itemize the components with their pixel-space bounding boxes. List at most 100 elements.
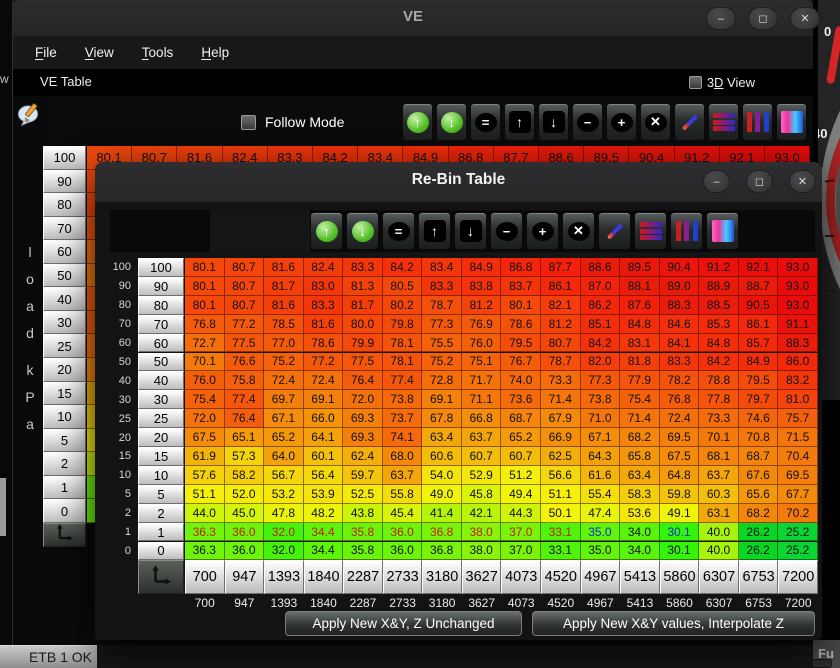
add-button[interactable]: + bbox=[526, 212, 559, 250]
ve-cell[interactable]: 75.5 bbox=[422, 334, 462, 353]
ve-cell[interactable]: 69.7 bbox=[264, 390, 304, 409]
ve-cell[interactable]: 50.1 bbox=[541, 504, 581, 523]
ve-cell[interactable]: 71.7 bbox=[462, 371, 502, 390]
bg-row-header[interactable]: 80 bbox=[43, 193, 86, 217]
ve-cell[interactable]: 35.8 bbox=[343, 542, 383, 561]
ve-cell[interactable]: 30.1 bbox=[660, 542, 700, 561]
close-button[interactable]: ✕ bbox=[790, 7, 820, 30]
ve-cell[interactable]: 36.0 bbox=[225, 523, 265, 542]
ve-cell[interactable]: 83.7 bbox=[501, 277, 541, 296]
ve-cell[interactable]: 73.8 bbox=[383, 390, 423, 409]
ve-cell[interactable]: 51.1 bbox=[185, 485, 225, 504]
dialog-axis-swap-corner[interactable] bbox=[138, 560, 184, 594]
ve-cell[interactable]: 81.3 bbox=[343, 277, 383, 296]
ve-cell[interactable]: 57.6 bbox=[185, 466, 225, 485]
ve-cell[interactable]: 76.7 bbox=[501, 353, 541, 372]
ve-cell[interactable]: 77.4 bbox=[383, 371, 423, 390]
ve-cell[interactable]: 93.0 bbox=[778, 296, 818, 315]
x-bin-cell[interactable]: 3180 bbox=[422, 560, 462, 594]
ve-cell[interactable]: 67.8 bbox=[422, 409, 462, 428]
ve-cell[interactable]: 77.0 bbox=[264, 334, 304, 353]
ve-cell[interactable]: 89.5 bbox=[620, 258, 660, 277]
ve-cell[interactable]: 77.2 bbox=[225, 315, 265, 334]
ve-cell[interactable]: 69.3 bbox=[343, 409, 383, 428]
ve-cell[interactable]: 64.3 bbox=[581, 447, 621, 466]
y-bin-cell[interactable]: 25 bbox=[138, 409, 184, 428]
ve-cell[interactable]: 63.1 bbox=[699, 504, 739, 523]
ve-cell[interactable]: 56.6 bbox=[541, 466, 581, 485]
ve-cell[interactable]: 73.6 bbox=[501, 390, 541, 409]
y-bin-cell[interactable]: 5 bbox=[138, 485, 184, 504]
ve-cell[interactable]: 76.8 bbox=[185, 315, 225, 334]
ve-cell[interactable]: 37.0 bbox=[501, 523, 541, 542]
ve-cell[interactable]: 83.0 bbox=[304, 277, 344, 296]
ve-cell[interactable]: 65.2 bbox=[264, 428, 304, 447]
ve-cell[interactable]: 56.4 bbox=[304, 466, 344, 485]
ve-cell[interactable]: 76.0 bbox=[185, 371, 225, 390]
y-bin-cell[interactable]: 1 bbox=[138, 523, 184, 542]
x-bin-cell[interactable]: 6753 bbox=[739, 560, 779, 594]
bg-row-header[interactable]: 40 bbox=[43, 287, 86, 311]
ve-cell[interactable]: 26.2 bbox=[739, 542, 779, 561]
add-button[interactable]: + bbox=[606, 103, 637, 141]
ve-cell[interactable]: 70.1 bbox=[185, 353, 225, 372]
ve-cell[interactable]: 76.9 bbox=[462, 315, 502, 334]
ve-cell[interactable]: 72.4 bbox=[264, 371, 304, 390]
ve-cell[interactable]: 47.4 bbox=[581, 504, 621, 523]
ve-cell[interactable]: 42.1 bbox=[462, 504, 502, 523]
ve-cell[interactable]: 86.1 bbox=[541, 277, 581, 296]
ve-cell[interactable]: 72.8 bbox=[422, 371, 462, 390]
ve-cell[interactable]: 62.4 bbox=[343, 447, 383, 466]
menu-help[interactable]: Help bbox=[201, 45, 229, 60]
ve-cell[interactable]: 71.1 bbox=[462, 390, 502, 409]
scroll-down-button[interactable]: ↓ bbox=[436, 103, 467, 141]
ve-cell[interactable]: 60.7 bbox=[501, 447, 541, 466]
ve-cell[interactable]: 81.0 bbox=[778, 390, 818, 409]
interpolate-table-button[interactable] bbox=[776, 103, 807, 141]
bg-row-header[interactable]: 0 bbox=[43, 499, 86, 523]
ve-cell[interactable]: 45.0 bbox=[225, 504, 265, 523]
ve-cell[interactable]: 36.0 bbox=[383, 523, 423, 542]
scroll-down-button[interactable]: ↓ bbox=[346, 212, 379, 250]
ve-cell[interactable]: 78.2 bbox=[660, 371, 700, 390]
ve-cell[interactable]: 60.6 bbox=[422, 447, 462, 466]
ve-cell[interactable]: 44.3 bbox=[501, 504, 541, 523]
ve-cell[interactable]: 81.7 bbox=[343, 296, 383, 315]
ve-cell[interactable]: 68.0 bbox=[383, 447, 423, 466]
ve-cell[interactable]: 38.0 bbox=[462, 542, 502, 561]
increment-button[interactable]: ↑ bbox=[418, 212, 451, 250]
ve-cell[interactable]: 34.4 bbox=[304, 542, 344, 561]
note-edit-icon[interactable] bbox=[18, 102, 42, 131]
ve-cell[interactable]: 82.1 bbox=[541, 296, 581, 315]
ve-cell[interactable]: 68.7 bbox=[739, 447, 779, 466]
ve-cell[interactable]: 36.8 bbox=[422, 523, 462, 542]
subtract-button[interactable]: − bbox=[490, 212, 523, 250]
ve-cell[interactable]: 80.1 bbox=[501, 296, 541, 315]
ve-cell[interactable]: 47.8 bbox=[264, 504, 304, 523]
ve-cell[interactable]: 86.0 bbox=[778, 353, 818, 372]
y-bin-cell[interactable]: 40 bbox=[138, 371, 184, 390]
ve-cell[interactable]: 59.7 bbox=[343, 466, 383, 485]
ve-cell[interactable]: 40.0 bbox=[699, 523, 739, 542]
ve-cell[interactable]: 33.1 bbox=[541, 542, 581, 561]
ve-cell[interactable]: 65.8 bbox=[620, 447, 660, 466]
ve-cell[interactable]: 80.0 bbox=[343, 315, 383, 334]
ve-cell[interactable]: 70.2 bbox=[778, 504, 818, 523]
increment-button[interactable]: ↑ bbox=[504, 103, 535, 141]
ve-cell[interactable]: 81.2 bbox=[462, 296, 502, 315]
ve-cell[interactable]: 78.1 bbox=[383, 334, 423, 353]
ve-cell[interactable]: 53.9 bbox=[304, 485, 344, 504]
ve-cell[interactable]: 65.6 bbox=[739, 485, 779, 504]
ve-cell[interactable]: 83.8 bbox=[462, 277, 502, 296]
ve-cell[interactable]: 78.6 bbox=[304, 334, 344, 353]
ve-cell[interactable]: 68.1 bbox=[699, 447, 739, 466]
ve-cell[interactable]: 65.1 bbox=[225, 428, 265, 447]
ve-cell[interactable]: 80.1 bbox=[185, 277, 225, 296]
ve-cell[interactable]: 67.5 bbox=[185, 428, 225, 447]
ve-cell[interactable]: 80.7 bbox=[541, 334, 581, 353]
ve-cell[interactable]: 79.8 bbox=[383, 315, 423, 334]
ve-cell[interactable]: 84.9 bbox=[462, 258, 502, 277]
ve-cell[interactable]: 85.3 bbox=[699, 315, 739, 334]
ve-cell[interactable]: 78.8 bbox=[699, 371, 739, 390]
menu-view[interactable]: View bbox=[85, 45, 114, 60]
